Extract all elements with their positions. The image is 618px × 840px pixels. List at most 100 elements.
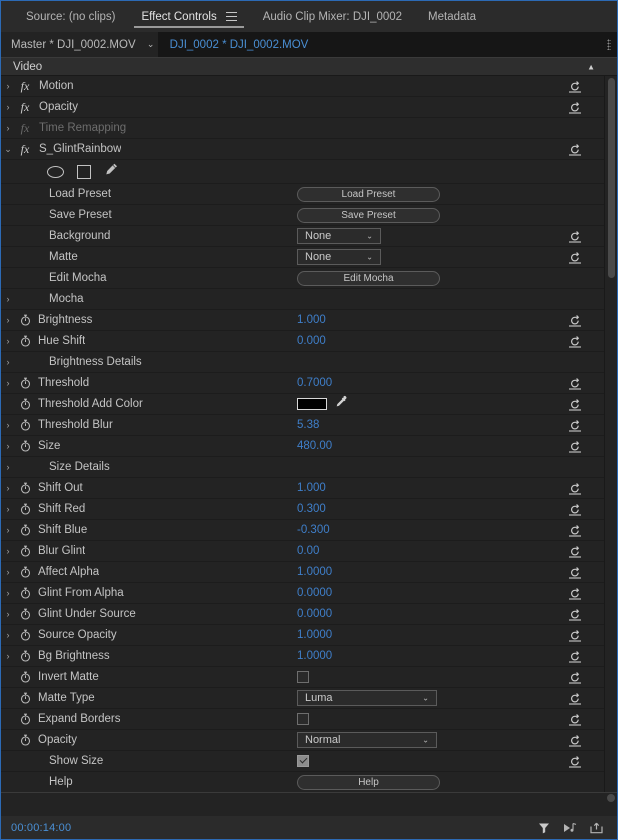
twirl-closed-icon[interactable]: ›	[1, 315, 15, 325]
help-button[interactable]: Help	[297, 774, 440, 790]
matte-dropdown[interactable]: None ⌄	[297, 249, 381, 265]
param-row-background[interactable]: Background None ⌄	[1, 226, 604, 247]
reset-icon[interactable]	[567, 418, 582, 432]
vertical-scrollbar[interactable]	[604, 76, 617, 792]
stopwatch-keyframe-icon[interactable]	[15, 440, 35, 452]
ellipse-mask-icon[interactable]	[47, 165, 64, 178]
param-value-shift-red[interactable]: 0.300	[297, 503, 326, 515]
tab-metadata[interactable]: Metadata	[415, 1, 489, 32]
stopwatch-keyframe-icon[interactable]	[15, 671, 35, 683]
reset-icon[interactable]	[567, 607, 582, 621]
twirl-closed-icon[interactable]: ›	[1, 357, 15, 367]
stopwatch-keyframe-icon[interactable]	[15, 650, 35, 662]
stopwatch-keyframe-icon[interactable]	[15, 377, 35, 389]
param-row-threshold-blur[interactable]: › Threshold Blur 5.38	[1, 415, 604, 436]
param-row-brightness[interactable]: › Brightness 1.000	[1, 310, 604, 331]
reset-icon[interactable]	[567, 439, 582, 453]
param-row-bg-brightness[interactable]: › Bg Brightness 1.0000	[1, 646, 604, 667]
eyedropper-icon[interactable]	[334, 395, 348, 414]
param-row-shift-out[interactable]: › Shift Out 1.000	[1, 478, 604, 499]
param-row-shift-blue[interactable]: › Shift Blue -0.300	[1, 520, 604, 541]
param-row-threshold[interactable]: › Threshold 0.7000	[1, 373, 604, 394]
stopwatch-keyframe-icon[interactable]	[15, 629, 35, 641]
param-value-hue-shift[interactable]: 0.000	[297, 335, 326, 347]
reset-icon[interactable]	[567, 523, 582, 537]
stopwatch-keyframe-icon[interactable]	[15, 713, 35, 725]
twirl-closed-icon[interactable]: ›	[1, 651, 15, 661]
stopwatch-keyframe-icon[interactable]	[15, 314, 35, 326]
param-value-affect-alpha[interactable]: 1.0000	[297, 566, 332, 578]
twirl-closed-icon[interactable]: ›	[1, 102, 15, 112]
panel-menu-icon[interactable]	[225, 12, 237, 21]
timeline-scroll-thumb[interactable]	[607, 794, 615, 802]
fx-icon[interactable]: fx	[15, 121, 35, 136]
load-preset-button[interactable]: Load Preset	[297, 186, 440, 202]
panel-grip-handle[interactable]	[601, 32, 617, 57]
twirl-closed-icon[interactable]: ›	[1, 630, 15, 640]
param-row-size[interactable]: › Size 480.00	[1, 436, 604, 457]
reset-icon[interactable]	[567, 565, 582, 579]
opacity-dropdown[interactable]: Normal ⌄	[297, 732, 437, 748]
reset-icon[interactable]	[567, 754, 582, 768]
param-value-glint-under-source[interactable]: 0.0000	[297, 608, 332, 620]
twirl-closed-icon[interactable]: ›	[1, 483, 15, 493]
twirl-closed-icon[interactable]: ›	[1, 294, 15, 304]
param-value-source-opacity[interactable]: 1.0000	[297, 629, 332, 641]
video-section-header[interactable]: Video ▲	[1, 57, 617, 76]
stopwatch-keyframe-icon[interactable]	[15, 734, 35, 746]
twirl-closed-icon[interactable]: ›	[1, 609, 15, 619]
reset-icon[interactable]	[567, 691, 582, 705]
param-value-shift-out[interactable]: 1.000	[297, 482, 326, 494]
param-row-edit-mocha[interactable]: Edit Mocha Edit Mocha	[1, 268, 604, 289]
param-value-threshold[interactable]: 0.7000	[297, 377, 332, 389]
reset-icon[interactable]	[567, 481, 582, 495]
param-row-invert-matte[interactable]: Invert Matte	[1, 667, 604, 688]
reset-icon[interactable]	[567, 586, 582, 600]
stopwatch-keyframe-icon[interactable]	[15, 503, 35, 515]
invert-matte-checkbox[interactable]	[297, 671, 309, 683]
twirl-closed-icon[interactable]: ›	[1, 567, 15, 577]
stopwatch-keyframe-icon[interactable]	[15, 566, 35, 578]
reset-icon[interactable]	[567, 313, 582, 327]
param-value-blur-glint[interactable]: 0.00	[297, 545, 319, 557]
export-frame-icon[interactable]	[583, 818, 609, 838]
reset-icon[interactable]	[567, 544, 582, 558]
effect-row-time-remapping[interactable]: › fx Time Remapping	[1, 118, 604, 139]
param-value-threshold-blur[interactable]: 5.38	[297, 419, 319, 431]
chevron-up-icon[interactable]: ▲	[587, 62, 595, 71]
param-row-show-size[interactable]: Show Size	[1, 751, 604, 772]
twirl-closed-icon[interactable]: ›	[1, 525, 15, 535]
reset-icon[interactable]	[567, 628, 582, 642]
save-preset-button[interactable]: Save Preset	[297, 207, 440, 223]
param-row-size-details[interactable]: › Size Details	[1, 457, 604, 478]
param-value-brightness[interactable]: 1.000	[297, 314, 326, 326]
param-value-bg-brightness[interactable]: 1.0000	[297, 650, 332, 662]
reset-icon[interactable]	[567, 670, 582, 684]
reset-icon[interactable]	[567, 733, 582, 747]
stopwatch-keyframe-icon[interactable]	[15, 398, 35, 410]
param-row-hue-shift[interactable]: › Hue Shift 0.000	[1, 331, 604, 352]
param-row-blur-glint[interactable]: › Blur Glint 0.00	[1, 541, 604, 562]
param-row-source-opacity[interactable]: › Source Opacity 1.0000	[1, 625, 604, 646]
reset-icon[interactable]	[567, 502, 582, 516]
stopwatch-keyframe-icon[interactable]	[15, 692, 35, 704]
matte-type-dropdown[interactable]: Luma ⌄	[297, 690, 437, 706]
play-audio-icon[interactable]	[557, 818, 583, 838]
param-row-threshold-add-color[interactable]: Threshold Add Color	[1, 394, 604, 415]
master-clip-label[interactable]: Master * DJI_0002.MOV	[1, 39, 144, 51]
expand-borders-checkbox[interactable]	[297, 713, 309, 725]
background-dropdown[interactable]: None ⌄	[297, 228, 381, 244]
param-row-brightness-details[interactable]: › Brightness Details	[1, 352, 604, 373]
reset-icon[interactable]	[567, 397, 582, 411]
param-row-matte-type[interactable]: Matte Type Luma ⌄	[1, 688, 604, 709]
twirl-closed-icon[interactable]: ›	[1, 336, 15, 346]
rectangle-mask-icon[interactable]	[77, 164, 91, 179]
param-row-glint-from-alpha[interactable]: › Glint From Alpha 0.0000	[1, 583, 604, 604]
chevron-down-icon[interactable]: ⌄	[144, 39, 158, 50]
fx-icon[interactable]: fx	[15, 100, 35, 115]
stopwatch-keyframe-icon[interactable]	[15, 587, 35, 599]
keyframe-timeline-pane[interactable]	[1, 792, 617, 816]
param-row-matte[interactable]: Matte None ⌄	[1, 247, 604, 268]
tab-effect-controls[interactable]: Effect Controls	[128, 1, 249, 32]
param-row-opacity[interactable]: Opacity Normal ⌄	[1, 730, 604, 751]
